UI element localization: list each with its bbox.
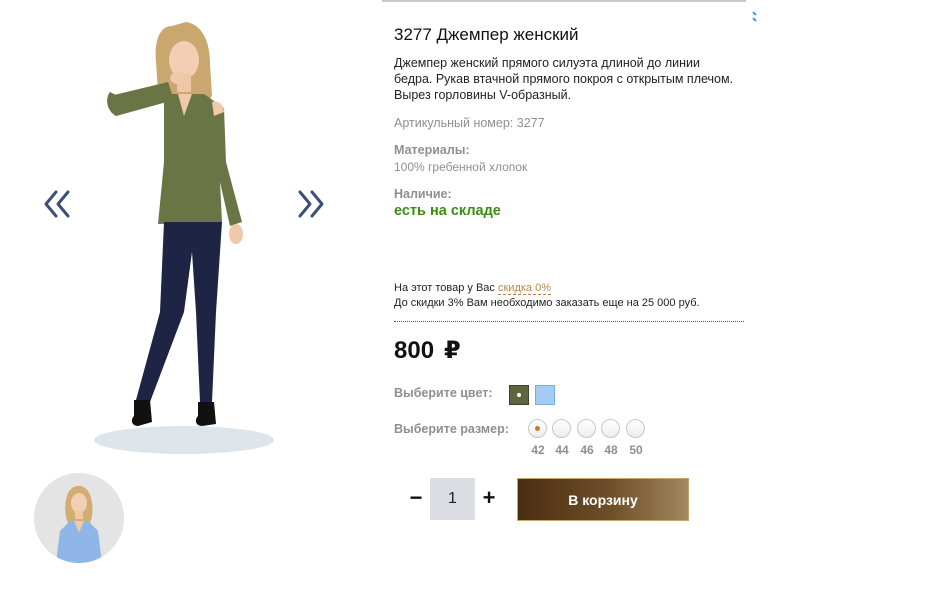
- edge-mark-icon: [752, 11, 757, 22]
- size-option-46[interactable]: 46: [575, 419, 597, 459]
- materials-label: Материалы:: [394, 143, 470, 157]
- size-option-48[interactable]: 48: [599, 419, 621, 459]
- product-thumbnail[interactable]: [34, 473, 124, 563]
- product-title: 3277 Джемпер женский: [394, 25, 579, 44]
- size-radio[interactable]: [528, 419, 547, 438]
- dotted-divider: [394, 321, 744, 322]
- discount-prefix: На этот товар у Вас: [394, 282, 498, 294]
- discount-info: На этот товар у Вас скидка 0%: [394, 282, 551, 295]
- gallery-prev-icon[interactable]: [40, 186, 74, 222]
- availability-value: есть на складе: [394, 203, 501, 219]
- product-main-image: [94, 22, 274, 454]
- size-label: Выберите размер:: [394, 422, 509, 436]
- discount-link[interactable]: скидка 0%: [497, 282, 551, 295]
- size-number: 50: [629, 443, 643, 457]
- size-number: 46: [580, 443, 594, 457]
- color-swatch-blue[interactable]: [535, 385, 555, 405]
- discount-threshold: До скидки 3% Вам необходимо заказать еще…: [394, 297, 700, 309]
- availability-label: Наличие:: [394, 187, 452, 201]
- size-radio[interactable]: [601, 419, 620, 438]
- gallery-next-icon[interactable]: [294, 186, 328, 222]
- size-option-42[interactable]: 42: [526, 419, 548, 459]
- size-number: 42: [531, 443, 545, 457]
- size-radio[interactable]: [626, 419, 645, 438]
- size-radio[interactable]: [552, 419, 571, 438]
- product-description: Джемпер женский прямого силуэта длиной д…: [394, 56, 734, 102]
- quantity-input[interactable]: [430, 478, 475, 520]
- size-number: 44: [555, 443, 569, 457]
- quantity-plus-button[interactable]: +: [479, 484, 499, 512]
- color-swatch-green[interactable]: [509, 385, 529, 405]
- materials-value: 100% гребенной хлопок: [394, 160, 528, 174]
- size-option-44[interactable]: 44: [550, 419, 572, 459]
- color-label: Выберите цвет:: [394, 386, 493, 400]
- quantity-minus-button[interactable]: −: [406, 484, 426, 512]
- price-value: 800: [394, 337, 435, 364]
- thumbnail-image: [34, 473, 124, 563]
- size-radio[interactable]: [577, 419, 596, 438]
- price-currency: ₽: [444, 337, 461, 364]
- product-gallery: [0, 0, 382, 599]
- product-sku: Артикульный номер: 3277: [394, 116, 545, 130]
- add-to-cart-button[interactable]: В корзину: [517, 478, 689, 521]
- price: 800 ₽: [394, 336, 461, 365]
- size-option-50[interactable]: 50: [624, 419, 646, 459]
- size-number: 48: [604, 443, 618, 457]
- top-divider: [382, 0, 746, 2]
